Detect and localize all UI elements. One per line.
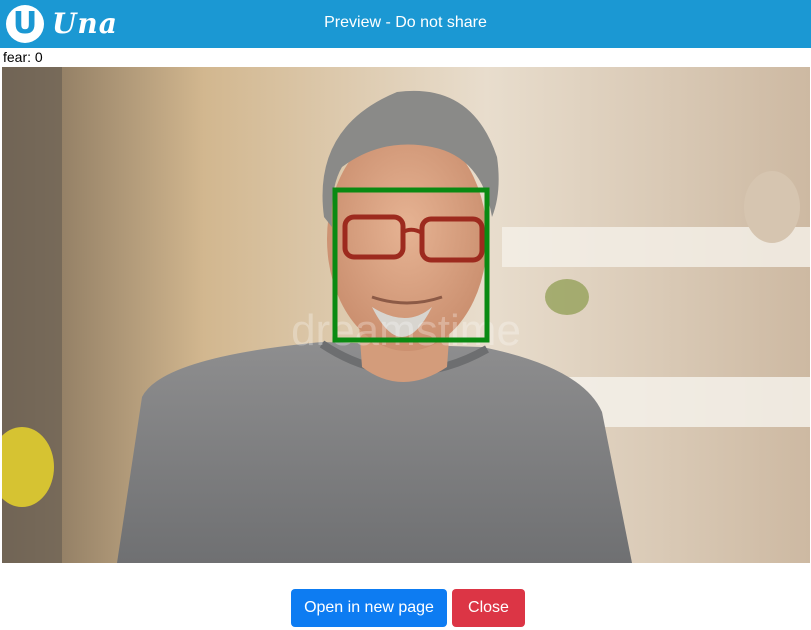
open-in-new-page-button[interactable]: Open in new page — [291, 589, 447, 627]
preview-image: dreamstime — [2, 67, 810, 563]
page-title: Preview - Do not share — [324, 14, 487, 31]
plant — [545, 279, 589, 315]
jar — [744, 171, 800, 243]
shirt — [117, 342, 632, 563]
emotion-label: fear: 0 — [3, 49, 43, 65]
header-bar: U Una Preview - Do not share — [0, 0, 811, 48]
preview-photo-svg: dreamstime — [2, 67, 810, 563]
close-button[interactable]: Close — [452, 589, 525, 627]
